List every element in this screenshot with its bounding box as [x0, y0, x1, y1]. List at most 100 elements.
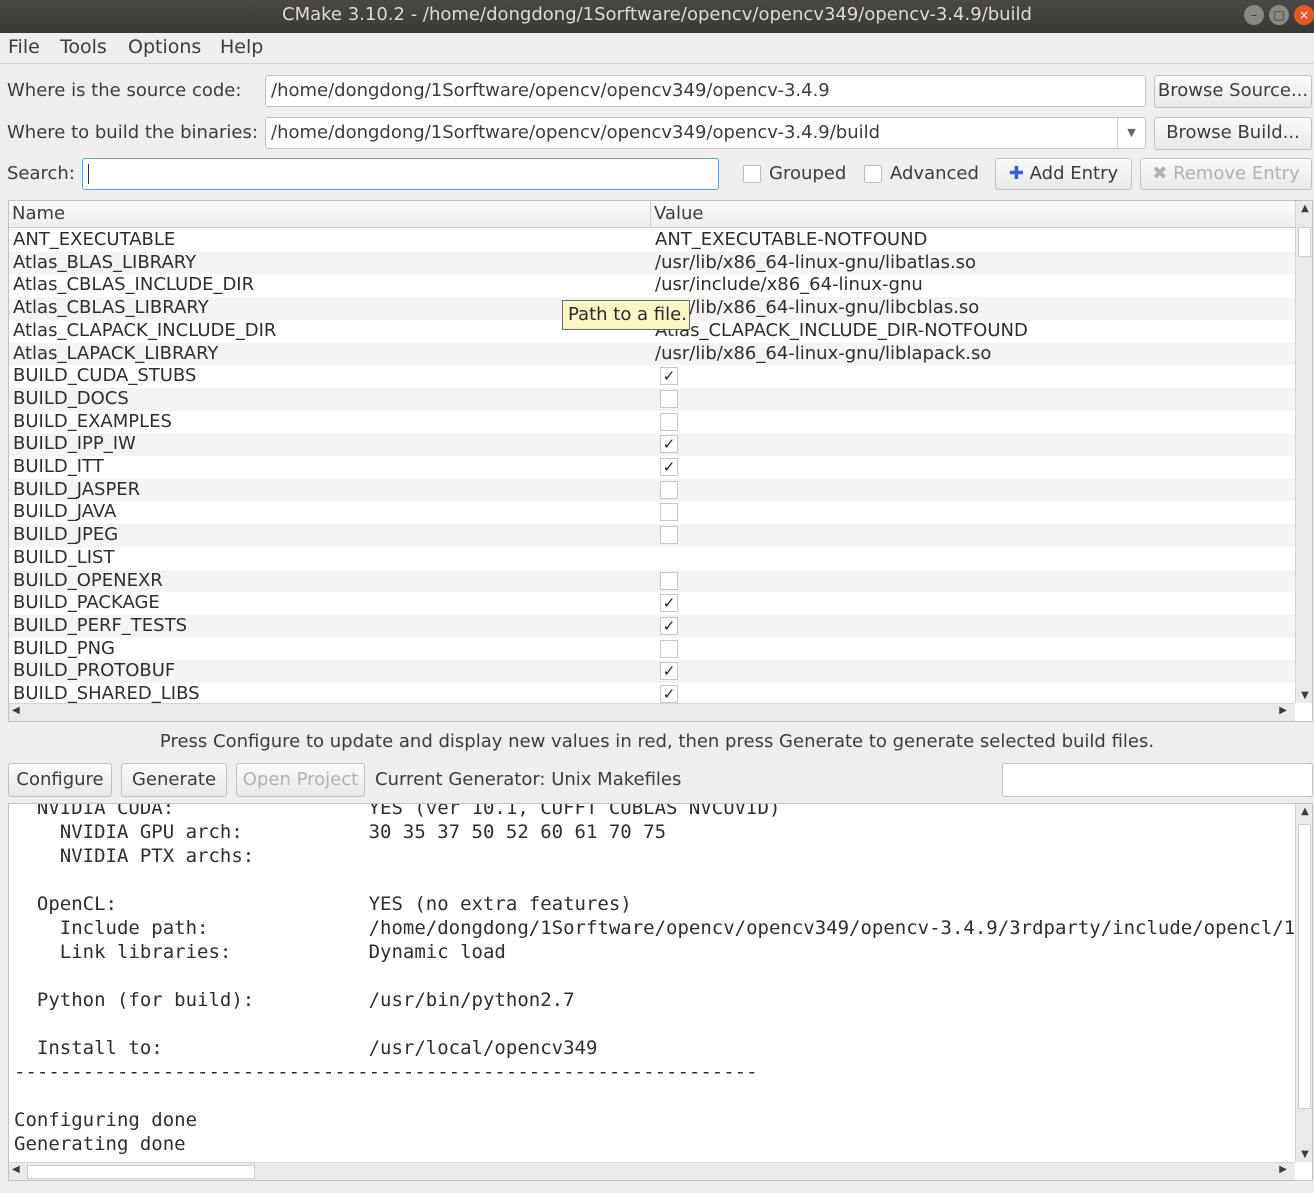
- table-row[interactable]: BUILD_OPENEXR: [9, 569, 1295, 593]
- scroll-left-icon[interactable]: ◀: [12, 1164, 20, 1175]
- menu-tools[interactable]: Tools: [60, 36, 107, 58]
- close-button[interactable]: ×: [1294, 5, 1314, 25]
- entry-name: ANT_EXECUTABLE: [13, 229, 176, 250]
- entry-name: BUILD_OPENEXR: [13, 569, 163, 591]
- output-vertical-scrollbar[interactable]: ▲ ▼: [1295, 804, 1312, 1162]
- entry-value[interactable]: /usr/lib/x86_64-linux-gnu/libatlas.so: [655, 252, 976, 274]
- scroll-up-icon[interactable]: ▲: [1296, 806, 1312, 817]
- build-label: Where to build the binaries:: [7, 122, 258, 143]
- entry-name: Atlas_CBLAS_LIBRARY: [13, 297, 209, 319]
- build-path-combobox[interactable]: /home/dongdong/1Sorftware/opencv/opencv3…: [265, 117, 1146, 149]
- output-horizontal-scrollbar[interactable]: ◀ ▶: [9, 1162, 1295, 1180]
- column-header-name[interactable]: Name: [12, 203, 65, 224]
- table-row[interactable]: Atlas_LAPACK_LIBRARY/usr/lib/x86_64-linu…: [9, 342, 1295, 366]
- table-row[interactable]: BUILD_IPP_IW ✓: [9, 433, 1295, 456]
- entry-value[interactable]: /usr/include/x86_64-linux-gnu: [655, 274, 923, 296]
- entry-value[interactable]: /usr/lib/x86_64-linux-gnu/liblapack.so: [655, 343, 991, 365]
- entry-checkbox[interactable]: [660, 412, 678, 431]
- vertical-scrollbar[interactable]: ▲ ▼: [1295, 201, 1312, 703]
- scrollbar-thumb[interactable]: [1298, 227, 1311, 257]
- grouped-checkbox[interactable]: [743, 165, 761, 183]
- scrollbar-thumb[interactable]: [27, 1165, 255, 1179]
- output-log[interactable]: NVIDIA CUDA: YES (ver 10.1, CUFFT CUBLAS…: [8, 803, 1313, 1181]
- menu-bar: File Tools Options Help: [0, 33, 1314, 64]
- grouped-label: Grouped: [769, 163, 847, 184]
- table-row[interactable]: BUILD_PROTOBUF ✓: [9, 660, 1295, 683]
- remove-entry-button[interactable]: ✖ Remove Entry: [1140, 158, 1312, 190]
- menu-file[interactable]: File: [8, 36, 40, 58]
- progress-bar: [1002, 763, 1313, 797]
- scrollbar-thumb[interactable]: [1298, 824, 1311, 1109]
- table-row[interactable]: BUILD_EXAMPLES: [9, 411, 1295, 434]
- entry-name: BUILD_LIST: [13, 546, 115, 568]
- configure-button[interactable]: Configure: [8, 763, 112, 797]
- entry-checkbox[interactable]: ✓: [660, 435, 678, 454]
- entry-checkbox[interactable]: ✓: [660, 685, 678, 703]
- entry-name: Atlas_LAPACK_LIBRARY: [13, 342, 219, 364]
- remove-entry-label: Remove Entry: [1173, 163, 1300, 184]
- generate-button[interactable]: Generate: [121, 763, 227, 797]
- entry-checkbox[interactable]: [660, 503, 678, 522]
- entry-checkbox[interactable]: [660, 526, 678, 545]
- build-path-value: /home/dongdong/1Sorftware/opencv/opencv3…: [271, 122, 881, 143]
- entry-checkbox[interactable]: [660, 639, 678, 658]
- entry-checkbox[interactable]: [660, 389, 678, 408]
- scroll-right-icon[interactable]: ▶: [1279, 1164, 1287, 1175]
- entry-value[interactable]: ANT_EXECUTABLE-NOTFOUND: [655, 229, 927, 251]
- column-header-value[interactable]: Value: [654, 203, 703, 224]
- browse-source-button[interactable]: Browse Source...: [1154, 75, 1312, 108]
- advanced-checkbox[interactable]: [864, 165, 882, 183]
- entry-checkbox[interactable]: ✓: [660, 594, 678, 613]
- entry-checkbox[interactable]: [660, 571, 678, 590]
- entry-name: BUILD_JASPER: [13, 478, 141, 500]
- horizontal-scrollbar[interactable]: ◀ ▶: [9, 703, 1295, 721]
- table-row[interactable]: BUILD_ITT ✓: [9, 456, 1295, 479]
- table-row[interactable]: Atlas_BLAS_LIBRARY/usr/lib/x86_64-linux-…: [9, 251, 1295, 275]
- entry-checkbox[interactable]: ✓: [660, 458, 678, 476]
- entry-name: BUILD_IPP_IW: [13, 433, 136, 455]
- entry-name: BUILD_DOCS: [13, 387, 129, 409]
- entry-name: Atlas_BLAS_LIBRARY: [13, 251, 197, 273]
- table-row[interactable]: Atlas_CBLAS_INCLUDE_DIR/usr/include/x86_…: [9, 274, 1295, 297]
- table-row[interactable]: BUILD_JAVA: [9, 501, 1295, 524]
- entry-value[interactable]: /usr/lib/x86_64-linux-gnu/libcblas.so: [655, 297, 979, 319]
- cache-table: Name Value ANT_EXECUTABLE ANT_EXECUTABLE-…: [8, 200, 1313, 722]
- entry-checkbox[interactable]: ✓: [660, 616, 678, 635]
- table-row[interactable]: BUILD_PNG: [9, 638, 1295, 661]
- table-row[interactable]: ANT_EXECUTABLE ANT_EXECUTABLE-NOTFOUND: [9, 229, 1295, 252]
- plus-icon: ✚: [1008, 163, 1024, 184]
- menu-options[interactable]: Options: [128, 36, 201, 58]
- scroll-down-icon[interactable]: ▼: [1296, 1149, 1312, 1160]
- entry-name: Atlas_CLAPACK_INCLUDE_DIR: [13, 319, 277, 341]
- entry-checkbox[interactable]: [660, 480, 678, 499]
- entry-checkbox[interactable]: ✓: [660, 662, 678, 681]
- search-input[interactable]: [82, 158, 719, 190]
- entry-checkbox[interactable]: ✓: [660, 367, 678, 386]
- browse-build-button[interactable]: Browse Build...: [1154, 117, 1312, 150]
- minimize-button[interactable]: –: [1244, 5, 1264, 25]
- dropdown-arrow-icon[interactable]: ▼: [1117, 118, 1145, 148]
- table-row[interactable]: BUILD_DOCS: [9, 387, 1295, 411]
- table-row[interactable]: BUILD_PERF_TESTS ✓: [9, 614, 1295, 638]
- remove-icon: ✖: [1152, 163, 1168, 184]
- entry-name: BUILD_PACKAGE: [13, 592, 160, 614]
- scroll-up-icon[interactable]: ▲: [1296, 203, 1312, 214]
- scroll-left-icon[interactable]: ◀: [12, 705, 20, 716]
- open-project-button[interactable]: Open Project: [236, 763, 365, 797]
- column-divider: [650, 201, 651, 228]
- table-row[interactable]: BUILD_JPEG: [9, 524, 1295, 547]
- table-row[interactable]: BUILD_LIST: [9, 547, 1295, 570]
- table-row[interactable]: BUILD_PACKAGE ✓: [9, 592, 1295, 615]
- table-row[interactable]: BUILD_JASPER: [9, 478, 1295, 502]
- maximize-button[interactable]: □: [1269, 5, 1289, 25]
- tooltip: Path to a file.: [562, 300, 690, 330]
- table-row[interactable]: BUILD_CUDA_STUBS ✓: [9, 365, 1295, 388]
- scroll-right-icon[interactable]: ▶: [1279, 705, 1287, 716]
- current-generator: Current Generator: Unix Makefiles: [375, 769, 682, 790]
- menu-help[interactable]: Help: [220, 36, 263, 58]
- add-entry-button[interactable]: ✚ Add Entry: [995, 158, 1132, 190]
- scroll-down-icon[interactable]: ▼: [1296, 690, 1312, 701]
- entry-value[interactable]: Atlas_CLAPACK_INCLUDE_DIR-NOTFOUND: [655, 320, 1028, 342]
- table-header: Name Value: [9, 201, 1295, 228]
- source-path-input[interactable]: /home/dongdong/1Sorftware/opencv/opencv3…: [265, 75, 1146, 107]
